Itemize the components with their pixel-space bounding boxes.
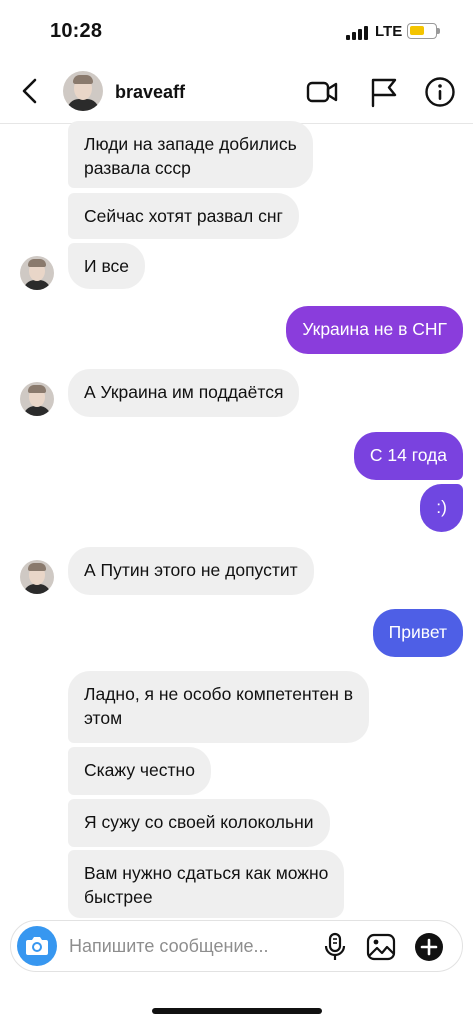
message-composer: Напишите сообщение... — [10, 920, 463, 972]
video-call-icon[interactable] — [306, 76, 338, 108]
message-bubble[interactable]: С 14 года — [353, 432, 463, 480]
chat-username[interactable]: braveaff — [115, 82, 185, 103]
message-bubble[interactable]: Украина не в СНГ — [286, 306, 463, 354]
avatar[interactable] — [20, 256, 54, 290]
gallery-icon[interactable] — [366, 932, 396, 962]
message-bubble[interactable]: :) — [420, 484, 463, 532]
home-indicator[interactable] — [152, 1008, 322, 1014]
report-flag-icon[interactable] — [368, 76, 400, 108]
status-bar: 10:28 LTE — [0, 0, 473, 62]
message-bubble[interactable]: Ладно, я не особо компетентен в этом — [68, 671, 370, 743]
message-bubble[interactable]: Сейчас хотят развал снг — [68, 193, 299, 239]
message-bubble[interactable]: Вам нужно сдаться как можно быстрее — [68, 850, 345, 918]
message-bubble[interactable]: А Украина им поддаётся — [68, 369, 300, 417]
avatar[interactable] — [20, 382, 54, 416]
message-bubble[interactable]: А Путин этого не допустит — [68, 547, 314, 595]
add-icon[interactable] — [414, 932, 444, 962]
info-icon[interactable] — [424, 76, 456, 108]
avatar[interactable] — [20, 560, 54, 594]
microphone-icon[interactable] — [320, 932, 350, 962]
chat-header: braveaff — [0, 62, 473, 124]
message-input[interactable]: Напишите сообщение... — [69, 936, 269, 957]
message-bubble[interactable]: Люди на западе добились развала ссср — [68, 121, 313, 188]
camera-icon[interactable] — [17, 926, 57, 966]
battery-icon — [407, 23, 440, 39]
network-label: LTE — [375, 23, 403, 40]
back-icon[interactable] — [16, 76, 46, 106]
avatar[interactable] — [63, 71, 103, 111]
message-bubble[interactable]: Привет — [372, 609, 463, 657]
message-bubble[interactable]: И все — [68, 243, 146, 289]
signal-icon — [346, 26, 370, 40]
message-bubble[interactable]: Я сужу со своей колокольни — [68, 799, 330, 847]
message-bubble[interactable]: Скажу честно — [68, 747, 211, 795]
status-time: 10:28 — [50, 20, 103, 42]
